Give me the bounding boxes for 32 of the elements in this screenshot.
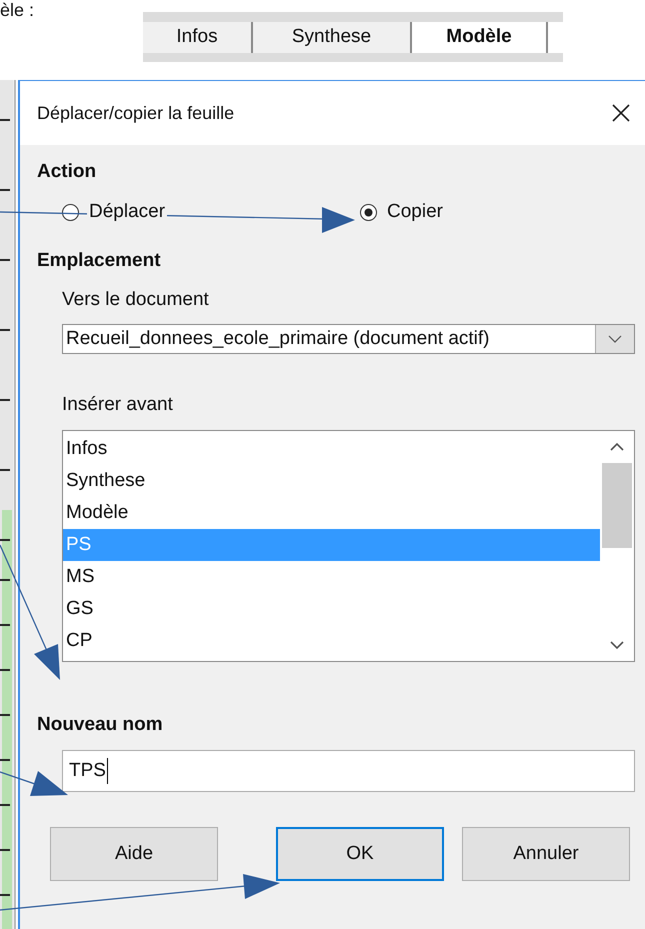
dialog-button[interactable]: OK: [276, 827, 444, 881]
radio-label[interactable]: Copier: [385, 201, 445, 223]
sheet-tab[interactable]: Synthese: [253, 22, 412, 53]
list-item[interactable]: Infos: [63, 433, 600, 465]
dialog-button[interactable]: Annuler: [462, 827, 630, 881]
list-item[interactable]: Modèle: [63, 497, 600, 529]
section-heading: Action: [37, 161, 96, 183]
caption-text: èle :: [0, 0, 36, 20]
dialog-title: Déplacer/copier la feuille: [37, 102, 234, 124]
list-item[interactable]: MS: [63, 561, 600, 593]
field-label: Vers le document: [62, 289, 209, 311]
chevron-down-icon[interactable]: [608, 335, 622, 343]
sheet-tab[interactable]: Infos: [143, 22, 253, 53]
scroll-thumb[interactable]: [602, 463, 632, 548]
text-caret: [106, 758, 108, 784]
radio-button[interactable]: [62, 204, 79, 220]
close-icon[interactable]: [611, 103, 631, 123]
section-heading: Nouveau nom: [37, 714, 163, 736]
dialog-button[interactable]: Aide: [50, 827, 218, 881]
list-item[interactable]: CP: [63, 625, 600, 657]
list-item[interactable]: Synthese: [63, 465, 600, 497]
sheet-tab[interactable]: Modèle: [412, 22, 548, 53]
radio-label[interactable]: Déplacer: [87, 201, 168, 223]
section-heading: Emplacement: [37, 250, 161, 272]
arrow: [0, 771, 68, 796]
chevron-up-icon[interactable]: [610, 443, 624, 451]
list-item[interactable]: GS: [63, 593, 600, 625]
chevron-down-icon[interactable]: [610, 641, 624, 649]
field-label: Insérer avant: [62, 394, 173, 416]
document-dropdown[interactable]: Recueil_donnees_ecole_primaire (document actif): [62, 324, 635, 354]
radio-button[interactable]: [360, 204, 377, 220]
input-field[interactable]: TPS: [62, 750, 635, 792]
